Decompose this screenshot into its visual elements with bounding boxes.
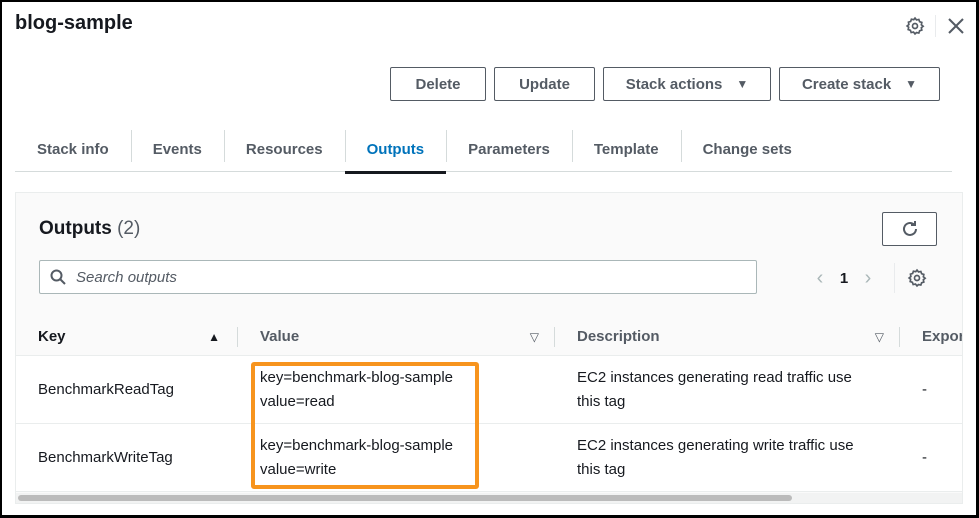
table-row: BenchmarkReadTag key=benchmark-blog-samp…	[16, 356, 962, 424]
outputs-title: Outputs	[39, 218, 112, 239]
pagination: ‹ 1 ›	[808, 263, 927, 293]
create-stack-label: Create stack	[801, 75, 892, 93]
header-icons	[903, 14, 968, 38]
delete-label: Delete	[415, 75, 461, 93]
description-line: this tag	[577, 460, 626, 478]
tab-resources[interactable]: Resources	[223, 126, 345, 172]
sort-ascending-icon[interactable]: ▲	[208, 330, 220, 344]
cell-export: -	[922, 448, 927, 466]
column-header-description[interactable]: Description ▽	[555, 318, 900, 356]
value-line: key=benchmark-blog-sample	[260, 368, 454, 386]
column-label: Expor	[922, 328, 963, 345]
prev-page-button[interactable]: ‹	[808, 267, 832, 290]
close-button[interactable]	[944, 14, 968, 38]
cell-key: BenchmarkReadTag	[38, 380, 174, 398]
cell-export: -	[922, 380, 927, 398]
gear-icon	[905, 16, 925, 36]
delete-button[interactable]: Delete	[390, 67, 486, 101]
update-label: Update	[519, 75, 570, 93]
settings-button[interactable]	[903, 14, 927, 38]
tab-parameters[interactable]: Parameters	[446, 126, 572, 172]
search-icon	[50, 269, 66, 285]
column-header-export[interactable]: Expor	[900, 318, 963, 356]
refresh-icon	[902, 221, 917, 236]
caret-down-icon: ▼	[736, 77, 749, 91]
cell-description: EC2 instances generating read traffic us…	[555, 356, 900, 423]
stack-actions-label: Stack actions	[625, 75, 723, 93]
page-number[interactable]: 1	[832, 270, 856, 287]
table-header: Key ▲ Value ▽ Description ▽ Expor	[16, 318, 963, 356]
close-icon	[948, 18, 964, 34]
cell-value: key=benchmark-blog-sample value=read	[238, 356, 555, 423]
next-page-button[interactable]: ›	[856, 267, 880, 290]
column-header-key[interactable]: Key ▲	[16, 318, 238, 356]
create-stack-dropdown[interactable]: Create stack ▼	[779, 67, 940, 101]
preferences-button[interactable]	[907, 268, 927, 288]
tab-events[interactable]: Events	[130, 126, 224, 172]
tab-change-sets[interactable]: Change sets	[680, 126, 814, 172]
description-line: EC2 instances generating read traffic us…	[577, 368, 852, 386]
cell-key: BenchmarkWriteTag	[38, 448, 173, 466]
column-label: Value	[260, 328, 300, 345]
cell-value: key=benchmark-blog-sample value=write	[238, 424, 555, 491]
tab-stack-info[interactable]: Stack info	[15, 126, 131, 172]
scrollbar-thumb[interactable]	[18, 495, 792, 501]
value-line: value=write	[260, 460, 337, 478]
divider	[935, 15, 936, 37]
gear-icon	[907, 268, 927, 288]
search-input[interactable]	[76, 268, 736, 286]
refresh-button[interactable]	[882, 212, 937, 246]
tab-bar: Stack info Events Resources Outputs Para…	[15, 126, 952, 174]
value-line: key=benchmark-blog-sample	[260, 436, 454, 454]
divider	[894, 263, 895, 293]
cell-description: EC2 instances generating write traffic u…	[555, 424, 900, 491]
stack-actions-dropdown[interactable]: Stack actions ▼	[603, 67, 771, 101]
caret-down-icon: ▼	[905, 77, 918, 91]
horizontal-scrollbar[interactable]	[16, 493, 962, 503]
tab-outputs[interactable]: Outputs	[344, 126, 447, 174]
column-label: Description	[577, 328, 660, 345]
tab-template[interactable]: Template	[571, 126, 681, 172]
table-row: BenchmarkWriteTag key=benchmark-blog-sam…	[16, 424, 962, 492]
description-line: EC2 instances generating write traffic u…	[577, 436, 854, 454]
column-label: Key	[38, 328, 66, 345]
outputs-count: (2)	[117, 218, 141, 239]
stack-detail-panel: blog-sample Delete Update Stack actions …	[2, 2, 976, 515]
sort-icon[interactable]: ▽	[530, 330, 539, 344]
update-button[interactable]: Update	[494, 67, 595, 101]
column-header-value[interactable]: Value ▽	[238, 318, 555, 356]
value-line: value=read	[260, 392, 335, 410]
outputs-heading: Outputs (2)	[39, 218, 140, 240]
outputs-table: Key ▲ Value ▽ Description ▽ Expor Benchm…	[16, 318, 963, 492]
search-field[interactable]	[39, 260, 757, 294]
stack-actions-toolbar: Delete Update Stack actions ▼ Create sta…	[390, 67, 940, 101]
page-title: blog-sample	[15, 12, 133, 34]
outputs-panel: Outputs (2) ‹ 1 ›	[15, 192, 963, 504]
description-line: this tag	[577, 392, 626, 410]
sort-icon[interactable]: ▽	[875, 330, 884, 344]
